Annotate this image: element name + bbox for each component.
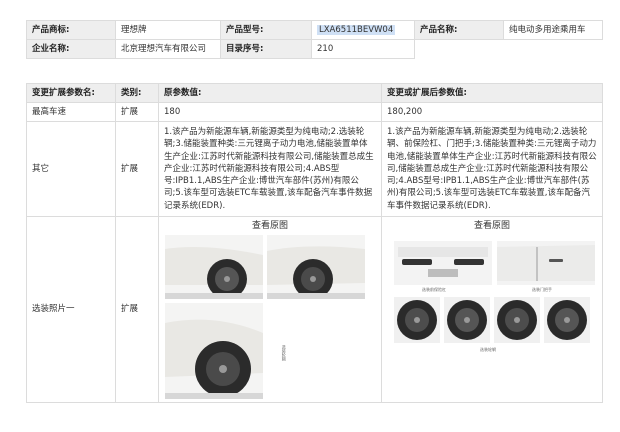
catalog-value: 210	[311, 39, 415, 59]
car-photo[interactable]	[497, 241, 595, 285]
catalog-label: 目录序号:	[220, 39, 312, 59]
new-value: 1.该产品为新能源车辆,新能源类型为纯电动;2.选装轮辋、前保险杠、门把手;3.…	[381, 121, 603, 217]
photo-caption: 选装轮辋	[480, 347, 496, 352]
change-table: 变更扩展参数名: 类别: 原参数值: 变更或扩展后参数值: 最高车速 扩展 18…	[26, 83, 603, 403]
empty-cell	[415, 40, 504, 59]
model-label: 产品型号:	[220, 20, 312, 40]
header-original: 原参数值:	[158, 83, 382, 103]
model-cell: LXA6511BEVW04	[311, 20, 415, 40]
brand-value: 理想牌	[115, 20, 221, 40]
wheel-photo[interactable]	[494, 297, 540, 343]
table-row: 其它 扩展 1.该产品为新能源车辆,新能源类型为纯电动;2.选装轮辋;3.储能装…	[26, 121, 603, 217]
param-category: 扩展	[115, 102, 159, 122]
company-value: 北京理想汽车有限公司	[115, 39, 221, 59]
header-new: 变更或扩展后参数值:	[381, 83, 603, 103]
param-name: 选装照片一	[26, 216, 116, 403]
param-category: 扩展	[115, 121, 159, 217]
table-row: 最高车速 扩展 180 180,200	[26, 102, 603, 122]
car-photo[interactable]	[394, 241, 492, 285]
car-photo[interactable]	[165, 303, 263, 399]
empty-cell	[504, 40, 603, 59]
header-param: 变更扩展参数名:	[26, 83, 116, 103]
wheel-photo[interactable]	[444, 297, 490, 343]
wheel-photo[interactable]	[544, 297, 590, 343]
car-photo[interactable]	[267, 235, 365, 299]
header-category: 类别:	[115, 83, 159, 103]
brand-label: 产品商标:	[26, 20, 116, 40]
photo-caption: 选装轮辋	[281, 345, 287, 361]
param-name: 最高车速	[26, 102, 116, 122]
view-original-link[interactable]: 查看原图	[382, 220, 602, 233]
param-category: 扩展	[115, 216, 159, 403]
original-value: 180	[158, 102, 382, 122]
name-label: 产品名称:	[414, 20, 504, 40]
change-table-header: 变更扩展参数名: 类别: 原参数值: 变更或扩展后参数值:	[26, 83, 603, 103]
table-row: 选装照片一 扩展 查看原图 选装轮辋 查看原图 选装前保险杠 选装门把手 选装轮…	[26, 216, 603, 403]
model-value: LXA6511BEVW04	[317, 24, 396, 35]
photo-caption: 选装前保险杠	[422, 287, 446, 292]
wheel-photo[interactable]	[394, 297, 440, 343]
view-original-link[interactable]: 查看原图	[159, 220, 381, 233]
original-photo-cell: 查看原图 选装轮辋	[158, 216, 382, 403]
param-name: 其它	[26, 121, 116, 217]
car-photo[interactable]	[165, 235, 263, 299]
photo-caption: 选装门把手	[532, 287, 552, 292]
new-value: 180,200	[381, 102, 603, 122]
product-info-table: 产品商标: 理想牌 产品型号: LXA6511BEVW04 产品名称: 纯电动多…	[26, 20, 603, 59]
company-label: 企业名称:	[26, 39, 116, 59]
original-value: 1.该产品为新能源车辆,新能源类型为纯电动;2.选装轮辋;3.储能装置种类:三元…	[158, 121, 382, 217]
new-photo-cell: 查看原图 选装前保险杠 选装门把手 选装轮辋	[381, 216, 603, 403]
name-value: 纯电动多用途乘用车	[503, 20, 603, 40]
